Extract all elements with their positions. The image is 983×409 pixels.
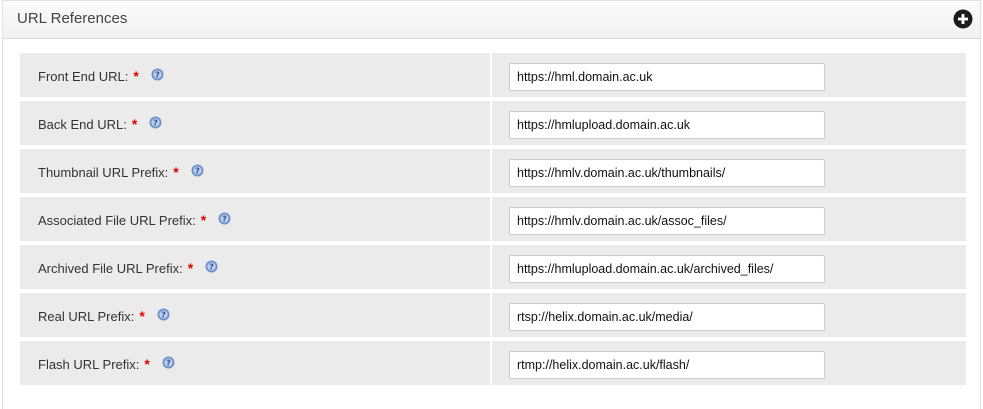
flash-url-prefix-row: Flash URL Prefix: * ? bbox=[20, 341, 966, 385]
associated-file-url-prefix-row: Associated File URL Prefix: * ? bbox=[20, 197, 966, 241]
thumbnail-url-prefix-label: Thumbnail URL Prefix: bbox=[38, 164, 169, 180]
help-icon[interactable]: ? bbox=[149, 116, 162, 129]
help-icon[interactable]: ? bbox=[218, 212, 231, 225]
panel-header: URL References bbox=[3, 1, 980, 39]
svg-text:?: ? bbox=[209, 262, 214, 271]
required-marker: * bbox=[144, 356, 150, 372]
url-fields-list: Front End URL: * ? Back End URL: * ? bbox=[20, 53, 966, 389]
flash-url-prefix-input[interactable] bbox=[509, 351, 825, 379]
thumbnail-url-prefix-input[interactable] bbox=[509, 159, 825, 187]
plus-circle-icon[interactable] bbox=[953, 9, 973, 29]
field-value-cell bbox=[492, 101, 966, 145]
svg-text:?: ? bbox=[195, 166, 200, 175]
front-end-url-input[interactable] bbox=[509, 63, 825, 91]
required-marker: * bbox=[173, 164, 179, 180]
help-icon[interactable]: ? bbox=[205, 260, 218, 273]
front-end-url-row: Front End URL: * ? bbox=[20, 53, 966, 97]
required-marker: * bbox=[133, 68, 139, 84]
archived-file-url-prefix-label: Archived File URL Prefix: bbox=[38, 260, 183, 276]
field-label-cell: Thumbnail URL Prefix: * ? bbox=[20, 149, 490, 193]
front-end-url-label: Front End URL: bbox=[38, 68, 129, 84]
back-end-url-input[interactable] bbox=[509, 111, 825, 139]
flash-url-prefix-label: Flash URL Prefix: bbox=[38, 356, 140, 372]
field-value-cell bbox=[492, 197, 966, 241]
required-marker: * bbox=[200, 212, 207, 228]
associated-file-url-prefix-label: Associated File URL Prefix: bbox=[38, 212, 196, 228]
real-url-prefix-label: Real URL Prefix: bbox=[38, 308, 135, 324]
required-marker: * bbox=[139, 308, 145, 324]
url-references-panel: URL References Front End URL: * ? https:… bbox=[2, 0, 981, 409]
real-url-prefix-input[interactable] bbox=[509, 303, 825, 331]
field-label-cell: Associated File URL Prefix: * ? bbox=[20, 197, 490, 241]
field-value-cell bbox=[492, 149, 966, 193]
field-label-cell: Archived File URL Prefix: * ? bbox=[20, 245, 490, 289]
help-icon[interactable]: ? bbox=[162, 356, 175, 369]
associated-file-url-prefix-input[interactable] bbox=[509, 207, 825, 235]
field-label-cell: Real URL Prefix: * ? bbox=[20, 293, 490, 337]
panel-title: URL References bbox=[17, 10, 128, 27]
svg-text:?: ? bbox=[155, 70, 160, 79]
help-icon[interactable]: ? bbox=[151, 68, 164, 81]
field-value-cell bbox=[492, 245, 966, 289]
svg-text:?: ? bbox=[166, 358, 171, 367]
svg-text:?: ? bbox=[161, 310, 166, 319]
field-value-cell bbox=[492, 293, 966, 337]
help-icon[interactable]: ? bbox=[191, 164, 204, 177]
svg-text:?: ? bbox=[222, 214, 227, 223]
archived-file-url-prefix-row: Archived File URL Prefix: * ? bbox=[20, 245, 966, 289]
field-value-cell bbox=[492, 341, 966, 385]
field-label-cell: Back End URL: * ? bbox=[20, 101, 490, 145]
field-label-cell: Flash URL Prefix: * ? bbox=[20, 341, 490, 385]
svg-text:?: ? bbox=[154, 118, 159, 127]
thumbnail-url-prefix-row: Thumbnail URL Prefix: * ? bbox=[20, 149, 966, 193]
required-marker: * bbox=[131, 116, 138, 132]
field-value-cell bbox=[492, 53, 966, 97]
field-label-cell: Front End URL: * ? bbox=[20, 53, 490, 97]
back-end-url-row: Back End URL: * ? bbox=[20, 101, 966, 145]
real-url-prefix-row: Real URL Prefix: * ? bbox=[20, 293, 966, 337]
required-marker: * bbox=[187, 260, 194, 276]
archived-file-url-prefix-input[interactable] bbox=[509, 255, 825, 283]
back-end-url-label: Back End URL: bbox=[38, 116, 127, 132]
help-icon[interactable]: ? bbox=[157, 308, 170, 321]
